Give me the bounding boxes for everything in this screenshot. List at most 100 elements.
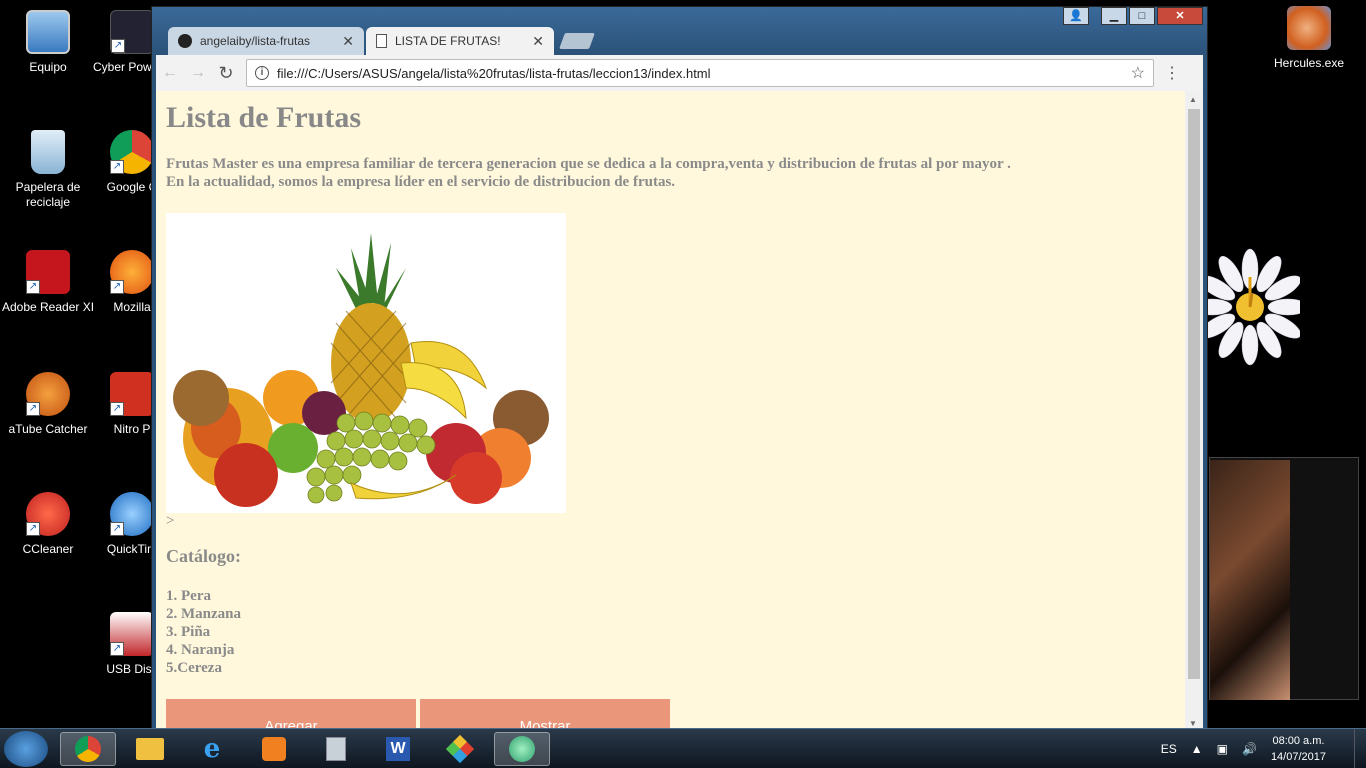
desktop-icon-label: Equipo (29, 60, 67, 74)
profile-icon[interactable]: 👤 (1063, 7, 1089, 25)
catalog-item: 4. Naranja (166, 642, 235, 658)
usb-disk-icon: ↗ (110, 612, 154, 656)
show-button[interactable]: Mostrar (420, 699, 670, 730)
catalog-heading: Catálogo: (166, 546, 241, 566)
action-buttons: Agregar Mostrar (166, 699, 1175, 730)
desktop-icon-ccleaner[interactable]: ↗ CCleaner (0, 492, 96, 557)
desktop-icon-adobe-reader[interactable]: ↗ Adobe Reader XI (0, 250, 96, 315)
atom-icon (509, 736, 535, 762)
chrome-window: angelaiby/lista-frutas ✕ LISTA DE FRUTAS… (151, 6, 1208, 730)
show-desktop-button[interactable] (1354, 729, 1366, 768)
desktop-icon-label: CCleaner (22, 542, 74, 556)
clock-date: 14/07/2017 (1270, 751, 1326, 763)
fruit-image (166, 213, 566, 513)
desktop-icon-atube-catcher[interactable]: ↗ aTube Catcher (0, 372, 96, 437)
maximize-button[interactable]: □ (1129, 7, 1155, 25)
shortcut-arrow-icon: ↗ (110, 280, 124, 294)
word-icon: W (386, 737, 410, 761)
language-indicator[interactable]: ES (1161, 742, 1177, 756)
taskbar-word[interactable]: W (370, 732, 426, 766)
catalog-item: 2. Manzana (166, 606, 241, 622)
tab-label: angelaiby/lista-frutas (200, 34, 311, 48)
cyberlink-icon: ↗ (110, 10, 154, 54)
desktop-icon-recycle-bin[interactable]: Papelera de reciclaje (0, 130, 96, 210)
info-icon[interactable]: i (255, 66, 269, 80)
git-diamond-icon (445, 734, 475, 764)
hercules-avatar-icon (1287, 6, 1331, 50)
show-hidden-icons-icon[interactable]: ▲ (1191, 742, 1203, 756)
taskbar: e W ES ▲ ▣ 🔊 08:00 a.m. 14/07/2017 (0, 728, 1366, 768)
new-tab-button[interactable] (559, 33, 595, 49)
network-icon[interactable]: ▣ (1217, 742, 1228, 756)
catalog-item: 5.Cereza (166, 660, 222, 676)
taskbar-internet-explorer[interactable]: e (184, 732, 240, 766)
flower-clock-icon (1191, 248, 1309, 366)
media-player-icon (262, 737, 286, 761)
add-button[interactable]: Agregar (166, 699, 416, 730)
shortcut-arrow-icon: ↗ (110, 402, 124, 416)
close-tab-icon[interactable]: ✕ (342, 33, 354, 50)
stray-text: > (166, 513, 175, 529)
company-description: Frutas Master es una empresa familiar de… (166, 155, 1175, 191)
page-viewport: Lista de Frutas Frutas Master es una emp… (156, 91, 1185, 730)
forward-arrow-icon[interactable]: → (184, 64, 212, 82)
taskbar-calculator[interactable] (308, 732, 364, 766)
title-bar: angelaiby/lista-frutas ✕ LISTA DE FRUTAS… (152, 7, 1207, 55)
page-title: Lista de Frutas (166, 101, 361, 134)
shortcut-arrow-icon: ↗ (110, 642, 124, 656)
fruit-basket-icon (173, 233, 549, 507)
scroll-down-icon[interactable]: ▼ (1189, 719, 1197, 728)
desktop-icon-label: Hercules.exe (1273, 56, 1345, 70)
close-window-button[interactable]: ✕ (1157, 7, 1203, 25)
tab-lista-de-frutas[interactable]: LISTA DE FRUTAS! ✕ (366, 27, 554, 55)
description-line: En la actualidad, somos la empresa líder… (166, 174, 676, 190)
shortcut-arrow-icon: ↗ (110, 522, 124, 536)
address-bar[interactable]: i file:///C:/Users/ASUS/angela/lista%20f… (246, 59, 1154, 87)
folder-icon (136, 738, 164, 760)
photo-image (1210, 460, 1290, 700)
nitro-pdf-icon: ↗ (110, 372, 154, 416)
catalog-item: 1. Pera (166, 588, 211, 604)
shortcut-arrow-icon: ↗ (110, 160, 124, 174)
tab-github[interactable]: angelaiby/lista-frutas ✕ (168, 27, 364, 55)
scrollbar-thumb[interactable] (1188, 109, 1200, 679)
scroll-up-icon[interactable]: ▲ (1189, 95, 1197, 104)
taskbar-explorer[interactable] (122, 732, 178, 766)
taskbar-atom[interactable] (494, 732, 550, 766)
shortcut-arrow-icon: ↗ (26, 522, 40, 536)
taskbar-clock[interactable]: 08:00 a.m. 14/07/2017 (1271, 733, 1326, 765)
atube-catcher-icon: ↗ (26, 372, 70, 416)
minimize-button[interactable]: ▁ (1101, 7, 1127, 25)
shortcut-arrow-icon: ↗ (26, 402, 40, 416)
bookmark-star-icon[interactable]: ☆ (1131, 63, 1145, 83)
browser-toolbar: ← → ↻ i file:///C:/Users/ASUS/angela/lis… (156, 55, 1203, 91)
desktop-icon-hercules[interactable]: Hercules.exe (1261, 6, 1357, 71)
internet-explorer-icon: e (203, 734, 221, 764)
menu-kebab-icon[interactable]: ⋮ (1164, 63, 1180, 83)
window-controls: 👤 ▁ □ ✕ (1063, 7, 1203, 25)
firefox-icon: ↗ (110, 250, 154, 294)
shortcut-arrow-icon: ↗ (111, 39, 125, 53)
close-tab-icon[interactable]: ✕ (532, 33, 544, 50)
recycle-bin-icon (31, 130, 65, 174)
taskbar-gitkraken[interactable] (432, 732, 488, 766)
volume-icon[interactable]: 🔊 (1242, 742, 1257, 756)
description-line: Frutas Master es una empresa familiar de… (166, 156, 1011, 172)
back-arrow-icon[interactable]: ← (156, 64, 184, 82)
desktop-icon-label: Adobe Reader XI (1, 300, 95, 314)
system-tray: ES ▲ ▣ 🔊 08:00 a.m. 14/07/2017 (1161, 729, 1326, 768)
clock-gadget[interactable] (1191, 245, 1309, 370)
desktop-icon-equipo[interactable]: Equipo (0, 10, 96, 75)
page-icon (376, 34, 387, 48)
clock-time: 08:00 a.m. (1272, 735, 1325, 747)
chrome-icon: ↗ (110, 130, 154, 174)
taskbar-chrome[interactable] (60, 732, 116, 766)
vertical-scrollbar[interactable]: ▲ ▼ (1185, 91, 1203, 730)
taskbar-media-player[interactable] (246, 732, 302, 766)
photo-slideshow-gadget[interactable] (1209, 457, 1359, 700)
url-text[interactable]: file:///C:/Users/ASUS/angela/lista%20fru… (277, 66, 1131, 81)
catalog-list: 1. Pera 2. Manzana 3. Piña 4. Naranja 5.… (166, 587, 1175, 677)
reload-icon[interactable]: ↻ (212, 63, 240, 84)
start-button[interactable] (4, 731, 48, 767)
shortcut-arrow-icon: ↗ (26, 280, 40, 294)
